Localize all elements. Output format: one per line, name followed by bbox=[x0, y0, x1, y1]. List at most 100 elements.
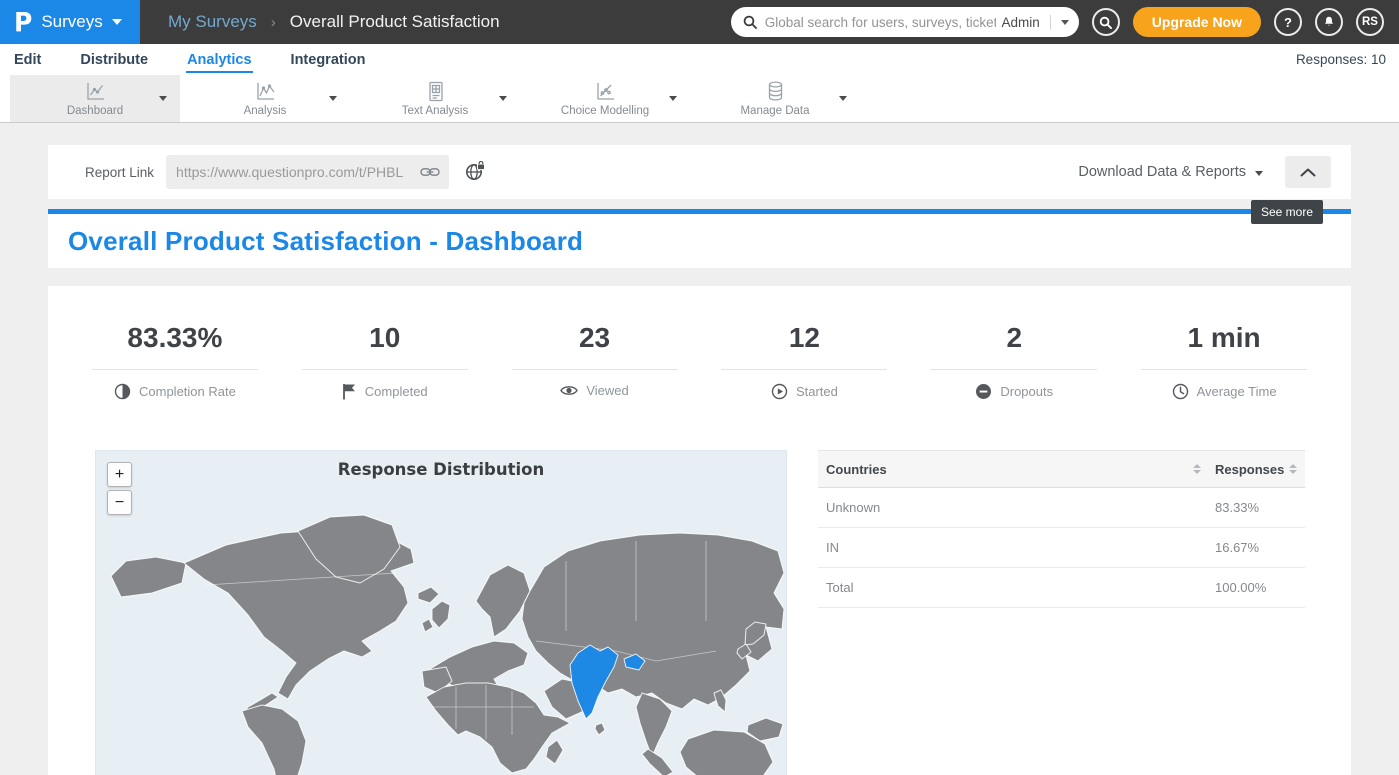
dashboard-card: 83.33% Completion Rate 10 Completed 23 V… bbox=[48, 286, 1351, 775]
map-title: Response Distribution bbox=[96, 460, 786, 479]
doc-table-icon bbox=[424, 80, 447, 103]
nav-item-integration[interactable]: Integration bbox=[290, 46, 367, 73]
stat-completed: 10 Completed bbox=[280, 322, 490, 400]
area-chart-icon bbox=[254, 80, 277, 103]
table-row: IN 16.67% bbox=[818, 528, 1305, 568]
breadcrumb: My Surveys › Overall Product Satisfactio… bbox=[168, 12, 500, 32]
responses-cell: 83.33% bbox=[1215, 500, 1297, 515]
table-header: Countries Responses bbox=[818, 450, 1305, 488]
tab-choice-modelling[interactable]: Choice Modelling bbox=[520, 75, 690, 122]
download-dropdown-icon[interactable] bbox=[1255, 171, 1263, 176]
tab-dropdown-icon[interactable] bbox=[839, 96, 847, 101]
report-link-bar: Report Link Download Data & Reports See … bbox=[48, 145, 1351, 199]
stat-value: 23 bbox=[490, 322, 700, 354]
line-chart-icon bbox=[84, 80, 107, 103]
responses-column-header[interactable]: Responses bbox=[1215, 462, 1284, 477]
chevron-up-icon bbox=[1300, 168, 1316, 177]
tab-dropdown-icon[interactable] bbox=[329, 96, 337, 101]
breadcrumb-separator: › bbox=[271, 14, 276, 31]
country-cell: IN bbox=[826, 540, 1215, 555]
stat-value: 2 bbox=[909, 322, 1119, 354]
zoom-in-button[interactable]: + bbox=[107, 462, 132, 487]
tab-label: Analysis bbox=[244, 105, 287, 117]
responses-cell: 100.00% bbox=[1215, 580, 1297, 595]
nav-item-analytics[interactable]: Analytics bbox=[186, 46, 252, 73]
world-map bbox=[96, 501, 787, 775]
stat-divider bbox=[302, 369, 468, 370]
sort-icon[interactable] bbox=[1289, 464, 1297, 474]
tab-analysis[interactable]: Analysis bbox=[180, 75, 350, 122]
title-card: Overall Product Satisfaction - Dashboard bbox=[48, 214, 1351, 268]
stat-divider bbox=[92, 369, 258, 370]
avatar-initials: RS bbox=[1362, 16, 1378, 28]
country-cell: Unknown bbox=[826, 500, 1215, 515]
product-switcher[interactable]: P Surveys bbox=[0, 0, 140, 44]
countries-table: Countries Responses Unknown 83.33% IN 16… bbox=[818, 450, 1305, 775]
eye-icon bbox=[560, 384, 578, 397]
tab-dropdown-icon[interactable] bbox=[499, 96, 507, 101]
link-icon[interactable] bbox=[420, 165, 440, 179]
stat-value: 10 bbox=[280, 322, 490, 354]
search-input[interactable] bbox=[765, 15, 996, 30]
quick-search-button[interactable] bbox=[1092, 8, 1120, 36]
table-row: Total 100.00% bbox=[818, 568, 1305, 608]
page-title: Overall Product Satisfaction - Dashboard bbox=[68, 226, 583, 257]
play-icon bbox=[771, 383, 788, 400]
global-search[interactable]: Admin bbox=[731, 7, 1079, 37]
tab-label: Choice Modelling bbox=[561, 105, 649, 117]
see-more-button[interactable] bbox=[1285, 156, 1331, 188]
country-cell: Total bbox=[826, 580, 1215, 595]
tab-dropdown-icon[interactable] bbox=[669, 96, 677, 101]
notifications-button[interactable] bbox=[1315, 8, 1343, 36]
report-url-input[interactable] bbox=[176, 164, 420, 180]
stat-divider bbox=[512, 369, 678, 370]
topbar-actions: Admin Upgrade Now ? RS bbox=[731, 7, 1399, 37]
stat-completion-rate: 83.33% Completion Rate bbox=[70, 322, 280, 400]
questionpro-logo-icon: P bbox=[14, 7, 32, 37]
responses-count: Responses: 10 bbox=[1296, 52, 1386, 67]
stat-divider bbox=[1141, 369, 1307, 370]
map-zoom-controls: + − bbox=[107, 462, 132, 515]
report-actions: Download Data & Reports bbox=[1078, 156, 1331, 188]
report-privacy-button[interactable] bbox=[464, 161, 486, 183]
stat-divider bbox=[721, 369, 887, 370]
contrast-icon bbox=[114, 383, 131, 400]
stat-viewed: 23 Viewed bbox=[490, 322, 700, 400]
download-data-reports[interactable]: Download Data & Reports bbox=[1078, 164, 1246, 180]
tab-dropdown-icon[interactable] bbox=[159, 96, 167, 101]
stat-average-time: 1 min Average Time bbox=[1119, 322, 1329, 400]
globe-lock-icon bbox=[464, 161, 486, 183]
avatar[interactable]: RS bbox=[1356, 8, 1384, 36]
tab-label: Dashboard bbox=[67, 105, 123, 117]
response-distribution-map[interactable]: + − Response Distribution bbox=[95, 450, 787, 775]
stat-started: 12 Started bbox=[699, 322, 909, 400]
scatter-chart-icon bbox=[594, 80, 617, 103]
help-button[interactable]: ? bbox=[1274, 8, 1302, 36]
stat-dropouts: 2 Dropouts bbox=[909, 322, 1119, 400]
product-label: Surveys bbox=[41, 12, 102, 32]
survey-nav: Edit Distribute Analytics Integration Re… bbox=[0, 44, 1399, 75]
stats-row: 83.33% Completion Rate 10 Completed 23 V… bbox=[48, 286, 1351, 400]
analytics-toolbar: Dashboard Analysis Text Analysis Choice … bbox=[0, 75, 1399, 123]
minus-circle-icon bbox=[975, 383, 992, 400]
search-scope-label: Admin bbox=[996, 15, 1051, 30]
stat-label: Completion Rate bbox=[139, 384, 236, 399]
tab-label: Manage Data bbox=[740, 105, 809, 117]
sort-icon[interactable] bbox=[1193, 464, 1201, 474]
zoom-out-button[interactable]: − bbox=[107, 490, 132, 515]
countries-column-header[interactable]: Countries bbox=[826, 462, 887, 477]
nav-item-edit[interactable]: Edit bbox=[13, 46, 42, 73]
see-more-tooltip: See more bbox=[1251, 200, 1323, 224]
search-scope-dropdown-icon[interactable] bbox=[1061, 20, 1069, 25]
tab-manage-data[interactable]: Manage Data bbox=[690, 75, 860, 122]
chevron-down-icon bbox=[112, 19, 122, 25]
breadcrumb-my-surveys[interactable]: My Surveys bbox=[168, 12, 257, 32]
table-row: Unknown 83.33% bbox=[818, 488, 1305, 528]
tab-dashboard[interactable]: Dashboard bbox=[10, 75, 180, 122]
upgrade-now-button[interactable]: Upgrade Now bbox=[1133, 7, 1261, 37]
nav-item-distribute[interactable]: Distribute bbox=[79, 46, 149, 73]
report-link-label: Report Link bbox=[85, 165, 154, 180]
search-icon bbox=[743, 15, 757, 29]
tab-text-analysis[interactable]: Text Analysis bbox=[350, 75, 520, 122]
top-bar: P Surveys My Surveys › Overall Product S… bbox=[0, 0, 1399, 44]
